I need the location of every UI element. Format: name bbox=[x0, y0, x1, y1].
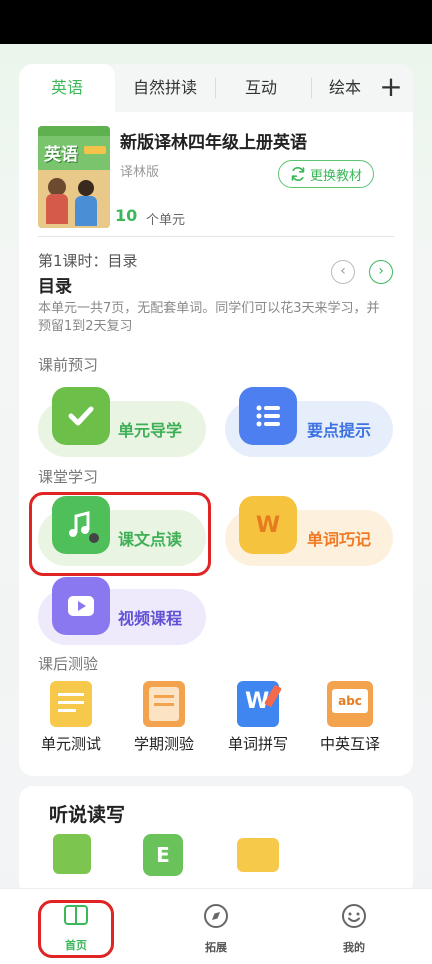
semester-test-button[interactable]: 学期测验 bbox=[120, 681, 208, 754]
tab-interactive[interactable]: 互动 bbox=[216, 64, 306, 112]
exam-paper-icon bbox=[50, 681, 92, 727]
scroll-icon[interactable] bbox=[237, 838, 279, 872]
word-spelling-label: 单词拼写 bbox=[227, 735, 288, 753]
word-spelling-icon: W bbox=[237, 681, 282, 727]
lesson-label: 第1课时：目录 bbox=[38, 252, 138, 270]
status-bar bbox=[0, 0, 432, 44]
nav-profile-label: 我的 bbox=[343, 941, 365, 954]
switch-textbook-label: 更换教材 bbox=[309, 168, 362, 184]
headphones-e-icon[interactable]: E bbox=[143, 834, 183, 876]
plus-icon[interactable]: + bbox=[369, 64, 413, 112]
section-classroom: 课堂学习 bbox=[38, 468, 99, 486]
next-lesson-icon[interactable]: › bbox=[369, 260, 393, 284]
tab-phonics[interactable]: 自然拼读 bbox=[115, 64, 215, 112]
lesson-description: 本单元一共7页，无配套单词。同学们可以花3天来学习，并预留1到2天复习 bbox=[38, 301, 380, 334]
video-course-label: 视频课程 bbox=[118, 609, 183, 628]
text-reading-button[interactable]: 课文点读 bbox=[38, 496, 206, 566]
word-memory-button[interactable]: W 单词巧记 bbox=[225, 496, 393, 566]
lesson-title: 目录 bbox=[38, 277, 72, 297]
notebook-icon bbox=[143, 681, 185, 727]
section-after-class: 课后测验 bbox=[38, 655, 99, 673]
nav-profile[interactable]: 我的 bbox=[314, 903, 394, 955]
book-cover-title: 英语 bbox=[44, 145, 78, 165]
book-cover[interactable]: 英语 bbox=[38, 126, 110, 228]
word-spelling-button[interactable]: W 单词拼写 bbox=[214, 681, 302, 754]
divider bbox=[38, 236, 394, 237]
translation-button[interactable]: abc 中英互译 bbox=[306, 681, 394, 754]
translation-label: 中英互译 bbox=[319, 735, 380, 753]
list-icon bbox=[239, 387, 297, 445]
key-points-label: 要点提示 bbox=[307, 421, 372, 440]
tab-bar: 英语 自然拼读 互动 绘本 + bbox=[19, 64, 413, 112]
tab-english[interactable]: 英语 bbox=[19, 64, 115, 112]
nav-home[interactable]: 首页 bbox=[36, 903, 116, 953]
unit-test-button[interactable]: 单元测试 bbox=[27, 681, 115, 754]
unit-guide-button[interactable]: 单元导学 bbox=[38, 387, 206, 457]
section-preview: 课前预习 bbox=[38, 356, 99, 374]
textbook-card: 英语 自然拼读 互动 绘本 + 英语 新版译林四年级上册英语 译林版 更换教材 … bbox=[19, 64, 413, 776]
word-icon: W bbox=[239, 496, 297, 554]
nav-explore-label: 拓展 bbox=[205, 941, 227, 954]
book-icon bbox=[64, 905, 88, 925]
unit-label: 个单元 bbox=[146, 213, 186, 228]
nav-home-label: 首页 bbox=[65, 939, 87, 952]
book-title: 新版译林四年级上册英语 bbox=[120, 133, 307, 153]
prev-lesson-icon[interactable]: ‹ bbox=[331, 260, 355, 284]
book-edition: 译林版 bbox=[120, 165, 160, 180]
switch-textbook-button[interactable]: 更换教材 bbox=[278, 160, 374, 188]
video-course-button[interactable]: 视频课程 bbox=[38, 577, 206, 645]
smile-icon bbox=[342, 904, 366, 928]
refresh-icon bbox=[291, 167, 305, 181]
text-reading-label: 课文点读 bbox=[118, 530, 183, 549]
bottom-nav: 首页 拓展 我的 bbox=[0, 888, 432, 964]
listening-card: 听说读写 E bbox=[19, 786, 413, 896]
checkmark-icon bbox=[52, 387, 110, 445]
word-memory-label: 单词巧记 bbox=[307, 530, 372, 549]
unit-test-label: 单元测试 bbox=[40, 735, 101, 753]
key-points-button[interactable]: 要点提示 bbox=[225, 387, 393, 457]
video-icon bbox=[52, 577, 110, 635]
compass-icon bbox=[204, 904, 228, 928]
abc-board-icon: abc bbox=[327, 681, 373, 727]
tab-divider bbox=[311, 78, 312, 98]
unit-guide-label: 单元导学 bbox=[118, 421, 183, 440]
music-note-icon bbox=[52, 496, 110, 554]
nav-explore[interactable]: 拓展 bbox=[176, 903, 256, 955]
listening-title: 听说读写 bbox=[49, 804, 126, 826]
note-check-icon[interactable] bbox=[53, 834, 91, 874]
semester-test-label: 学期测验 bbox=[133, 735, 194, 753]
unit-count: 10 bbox=[115, 206, 138, 225]
